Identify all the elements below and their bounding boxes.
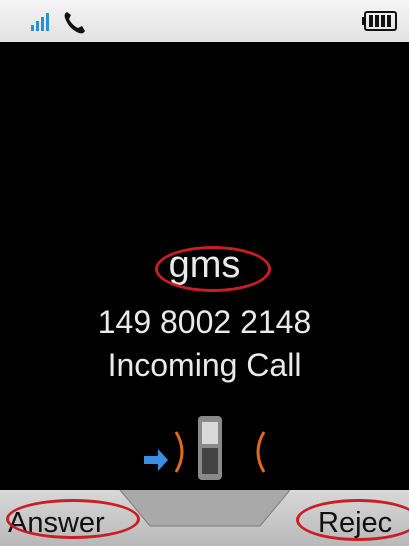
phone-icon (64, 12, 85, 34)
status-bar (0, 0, 409, 42)
call-status: Incoming Call (107, 347, 302, 383)
reject-highlight-ring (296, 499, 409, 541)
caller-name-highlight-ring (155, 246, 271, 292)
mobile-phone-icon (198, 416, 222, 480)
battery-icon (362, 11, 397, 31)
ringing-phone-icon (144, 416, 266, 480)
arrow-icon (144, 449, 168, 471)
answer-highlight-ring (6, 499, 140, 539)
caller-number: 149 8002 2148 (97, 304, 312, 340)
signal-icon (31, 13, 49, 31)
